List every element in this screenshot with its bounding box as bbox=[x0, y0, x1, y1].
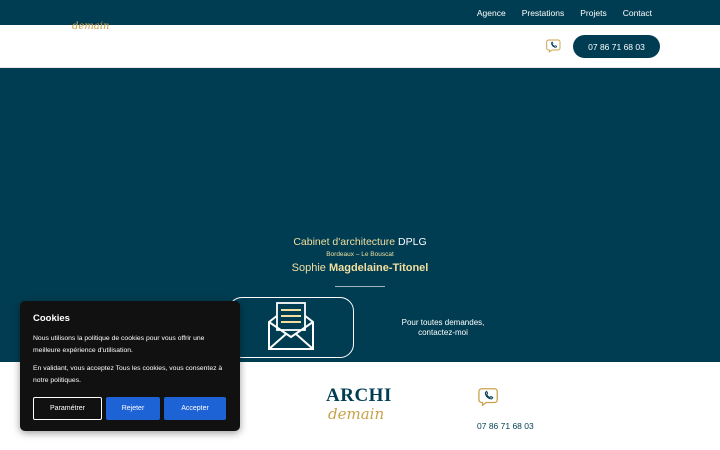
hero-first-name: Sophie bbox=[291, 262, 329, 274]
header-logo[interactable]: ARCHI demain bbox=[70, 9, 113, 32]
contact-prompt-line2: contactez-moi bbox=[418, 328, 468, 338]
nav-link-contact[interactable]: Contact bbox=[623, 8, 652, 18]
hero-last-name: Magdelaine-Titonel bbox=[328, 262, 429, 274]
hero-title-accent: DPLG bbox=[395, 236, 427, 248]
logo-wordmark: ARCHI bbox=[70, 8, 113, 22]
cookie-text-2: En validant, vous acceptez Tous les cook… bbox=[33, 364, 223, 384]
contact-prompt-line1: Pour toutes demandes, bbox=[401, 318, 485, 327]
cookie-settings-button[interactable]: Paramétrer bbox=[33, 397, 102, 420]
cookie-text-1: Nous utilisons la politique de cookies p… bbox=[33, 335, 205, 354]
header-phone-button[interactable]: 07 86 71 68 03 bbox=[573, 35, 660, 58]
cookie-title: Cookies bbox=[33, 313, 70, 324]
contact-prompt: Pour toutes demandes, contactez-moi bbox=[370, 318, 516, 339]
footer-phone-number[interactable]: 07 86 71 68 03 bbox=[477, 421, 534, 431]
logo-script: demain bbox=[72, 21, 110, 32]
envelope-letter-icon bbox=[266, 300, 316, 352]
hero-title-main: Cabinet d'architecture bbox=[293, 236, 396, 248]
nav-link-projets[interactable]: Projets bbox=[580, 8, 606, 18]
footer-logo-script: demain bbox=[328, 405, 385, 423]
cookie-reject-button[interactable]: Rejeter bbox=[106, 397, 160, 420]
nav-link-prestations[interactable]: Prestations bbox=[522, 8, 565, 18]
footer-logo: ARCHI demain bbox=[326, 386, 392, 422]
top-nav: Agence Prestations Projets Contact bbox=[477, 0, 652, 25]
cookie-banner: Cookies Nous utilisons la politique de c… bbox=[20, 301, 240, 431]
footer-phone-icon bbox=[478, 386, 500, 408]
hero-title: Cabinet d'architecture DPLG bbox=[0, 236, 720, 248]
cookie-buttons: Paramétrer Rejeter Accepter bbox=[33, 397, 226, 420]
hero-divider bbox=[335, 286, 385, 287]
nav-link-agence[interactable]: Agence bbox=[477, 8, 506, 18]
phone-icon[interactable] bbox=[546, 38, 562, 54]
hero-location: Bordeaux – Le Bouscat bbox=[326, 251, 394, 258]
footer-logo-wordmark: ARCHI bbox=[326, 385, 392, 406]
cookie-accept-button[interactable]: Accepter bbox=[164, 397, 226, 420]
hero-architect-name: Sophie Magdelaine-Titonel bbox=[0, 262, 720, 274]
